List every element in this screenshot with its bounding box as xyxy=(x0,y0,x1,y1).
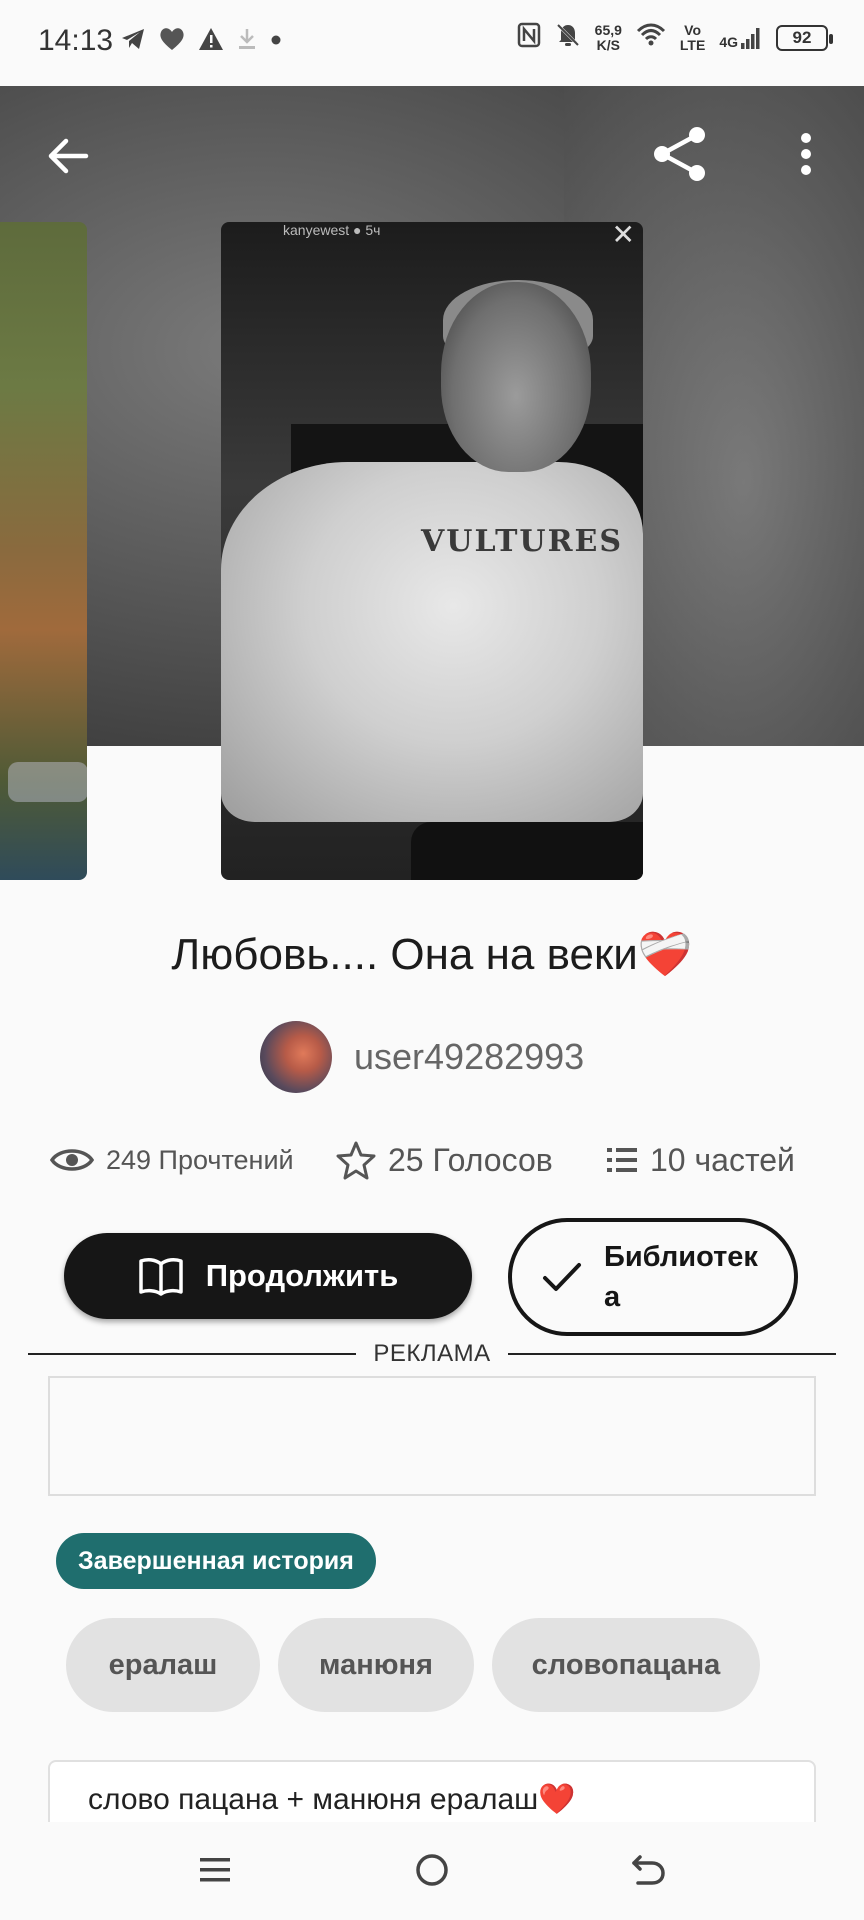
cover-shirt-text: VULTURES xyxy=(421,524,624,559)
status-time: 14:13 xyxy=(38,24,114,57)
parts-stat: 10 частей xyxy=(606,1130,795,1190)
top-app-bar xyxy=(0,86,864,218)
ad-slot[interactable] xyxy=(48,1376,816,1496)
library-button[interactable]: Библиотека xyxy=(508,1218,798,1336)
book-open-icon xyxy=(138,1258,183,1296)
volte-bottom: LTE xyxy=(679,36,706,53)
system-back-button[interactable] xyxy=(608,1830,688,1910)
network-type: 4G xyxy=(719,33,738,50)
cover-caption: kanyewest ● 5ч xyxy=(283,222,381,238)
tag-chip[interactable]: ералаш xyxy=(66,1618,260,1712)
list-icon xyxy=(607,1148,637,1172)
checkmark-icon xyxy=(543,1263,581,1291)
avatar[interactable] xyxy=(260,1021,332,1093)
recent-apps-button[interactable] xyxy=(175,1830,255,1910)
network-speed: 65,9 K/S xyxy=(594,21,622,53)
story-cover: kanyewest ● 5ч ✕ VULTURES xyxy=(221,222,643,880)
more-options-button[interactable] xyxy=(776,114,836,194)
telegram-icon xyxy=(120,27,146,57)
reads-stat: 249 Прочтений xyxy=(50,1130,294,1190)
arrow-left-icon xyxy=(48,138,89,174)
nfc-icon xyxy=(517,22,541,53)
cover-legs xyxy=(411,822,643,880)
status-bar: 14:13 65,9 K/S Vo LTE 4G 92 xyxy=(0,0,864,86)
notification-icons xyxy=(120,26,282,58)
cover-close-glyph: ✕ xyxy=(611,222,635,250)
story-stats: 249 Прочтений 25 Голосов 10 частей xyxy=(50,1130,830,1190)
warning-icon xyxy=(198,27,224,57)
story-title: Любовь.... Она на веки❤️‍🩹 xyxy=(171,930,693,979)
status-right-icons: 65,9 K/S Vo LTE 4G 92 xyxy=(517,21,833,53)
ad-divider-right xyxy=(508,1353,836,1355)
star-icon xyxy=(336,1141,376,1180)
home-button[interactable] xyxy=(392,1830,472,1910)
share-icon xyxy=(654,127,705,181)
ad-divider-left xyxy=(28,1353,356,1355)
wifi-icon xyxy=(636,22,666,53)
download-icon xyxy=(236,27,258,57)
continue-reading-button[interactable]: Продолжить xyxy=(64,1233,472,1319)
share-button[interactable] xyxy=(640,114,720,194)
library-label: Библиотека xyxy=(604,1241,758,1313)
home-circle-icon xyxy=(416,1854,448,1886)
back-arrow-icon xyxy=(632,1855,665,1885)
dot-icon xyxy=(270,27,282,57)
back-button[interactable] xyxy=(30,118,106,194)
cover-shirt xyxy=(221,462,643,822)
volte-top: Vo xyxy=(684,21,702,38)
ad-label: РЕКЛАМА xyxy=(373,1340,491,1367)
signal-indicator: 4G xyxy=(719,26,762,50)
system-navigation-bar xyxy=(0,1822,864,1920)
eye-icon xyxy=(50,1149,94,1171)
tag-chip[interactable]: манюня xyxy=(278,1618,474,1712)
network-speed-value: 65,9 xyxy=(594,21,622,38)
reads-count: 249 Прочтений xyxy=(106,1144,294,1175)
mute-bell-icon xyxy=(555,22,581,53)
cover-face xyxy=(441,282,591,472)
author-row[interactable]: user49282993 xyxy=(260,1020,584,1094)
network-speed-unit: K/S xyxy=(596,36,620,53)
parts-count: 10 частей xyxy=(650,1141,795,1178)
author-name[interactable]: user49282993 xyxy=(354,1036,584,1078)
previous-story-cover[interactable] xyxy=(0,222,87,880)
menu-icon xyxy=(200,1858,230,1882)
status-badge: Завершенная история xyxy=(56,1533,376,1589)
heart-app-icon xyxy=(158,26,186,58)
signal-bars-icon xyxy=(741,27,760,49)
description-text: слово пацана + манюня ералаш❤️ xyxy=(88,1783,576,1816)
votes-count: 25 Голосов xyxy=(388,1141,553,1178)
tag-chip[interactable]: словопацана xyxy=(492,1618,760,1712)
more-vertical-icon xyxy=(801,133,811,175)
continue-label: Продолжить xyxy=(205,1258,399,1293)
votes-stat: 25 Голосов xyxy=(336,1130,553,1190)
battery-indicator: 92 xyxy=(776,24,833,51)
volte-indicator: Vo LTE xyxy=(679,21,706,53)
